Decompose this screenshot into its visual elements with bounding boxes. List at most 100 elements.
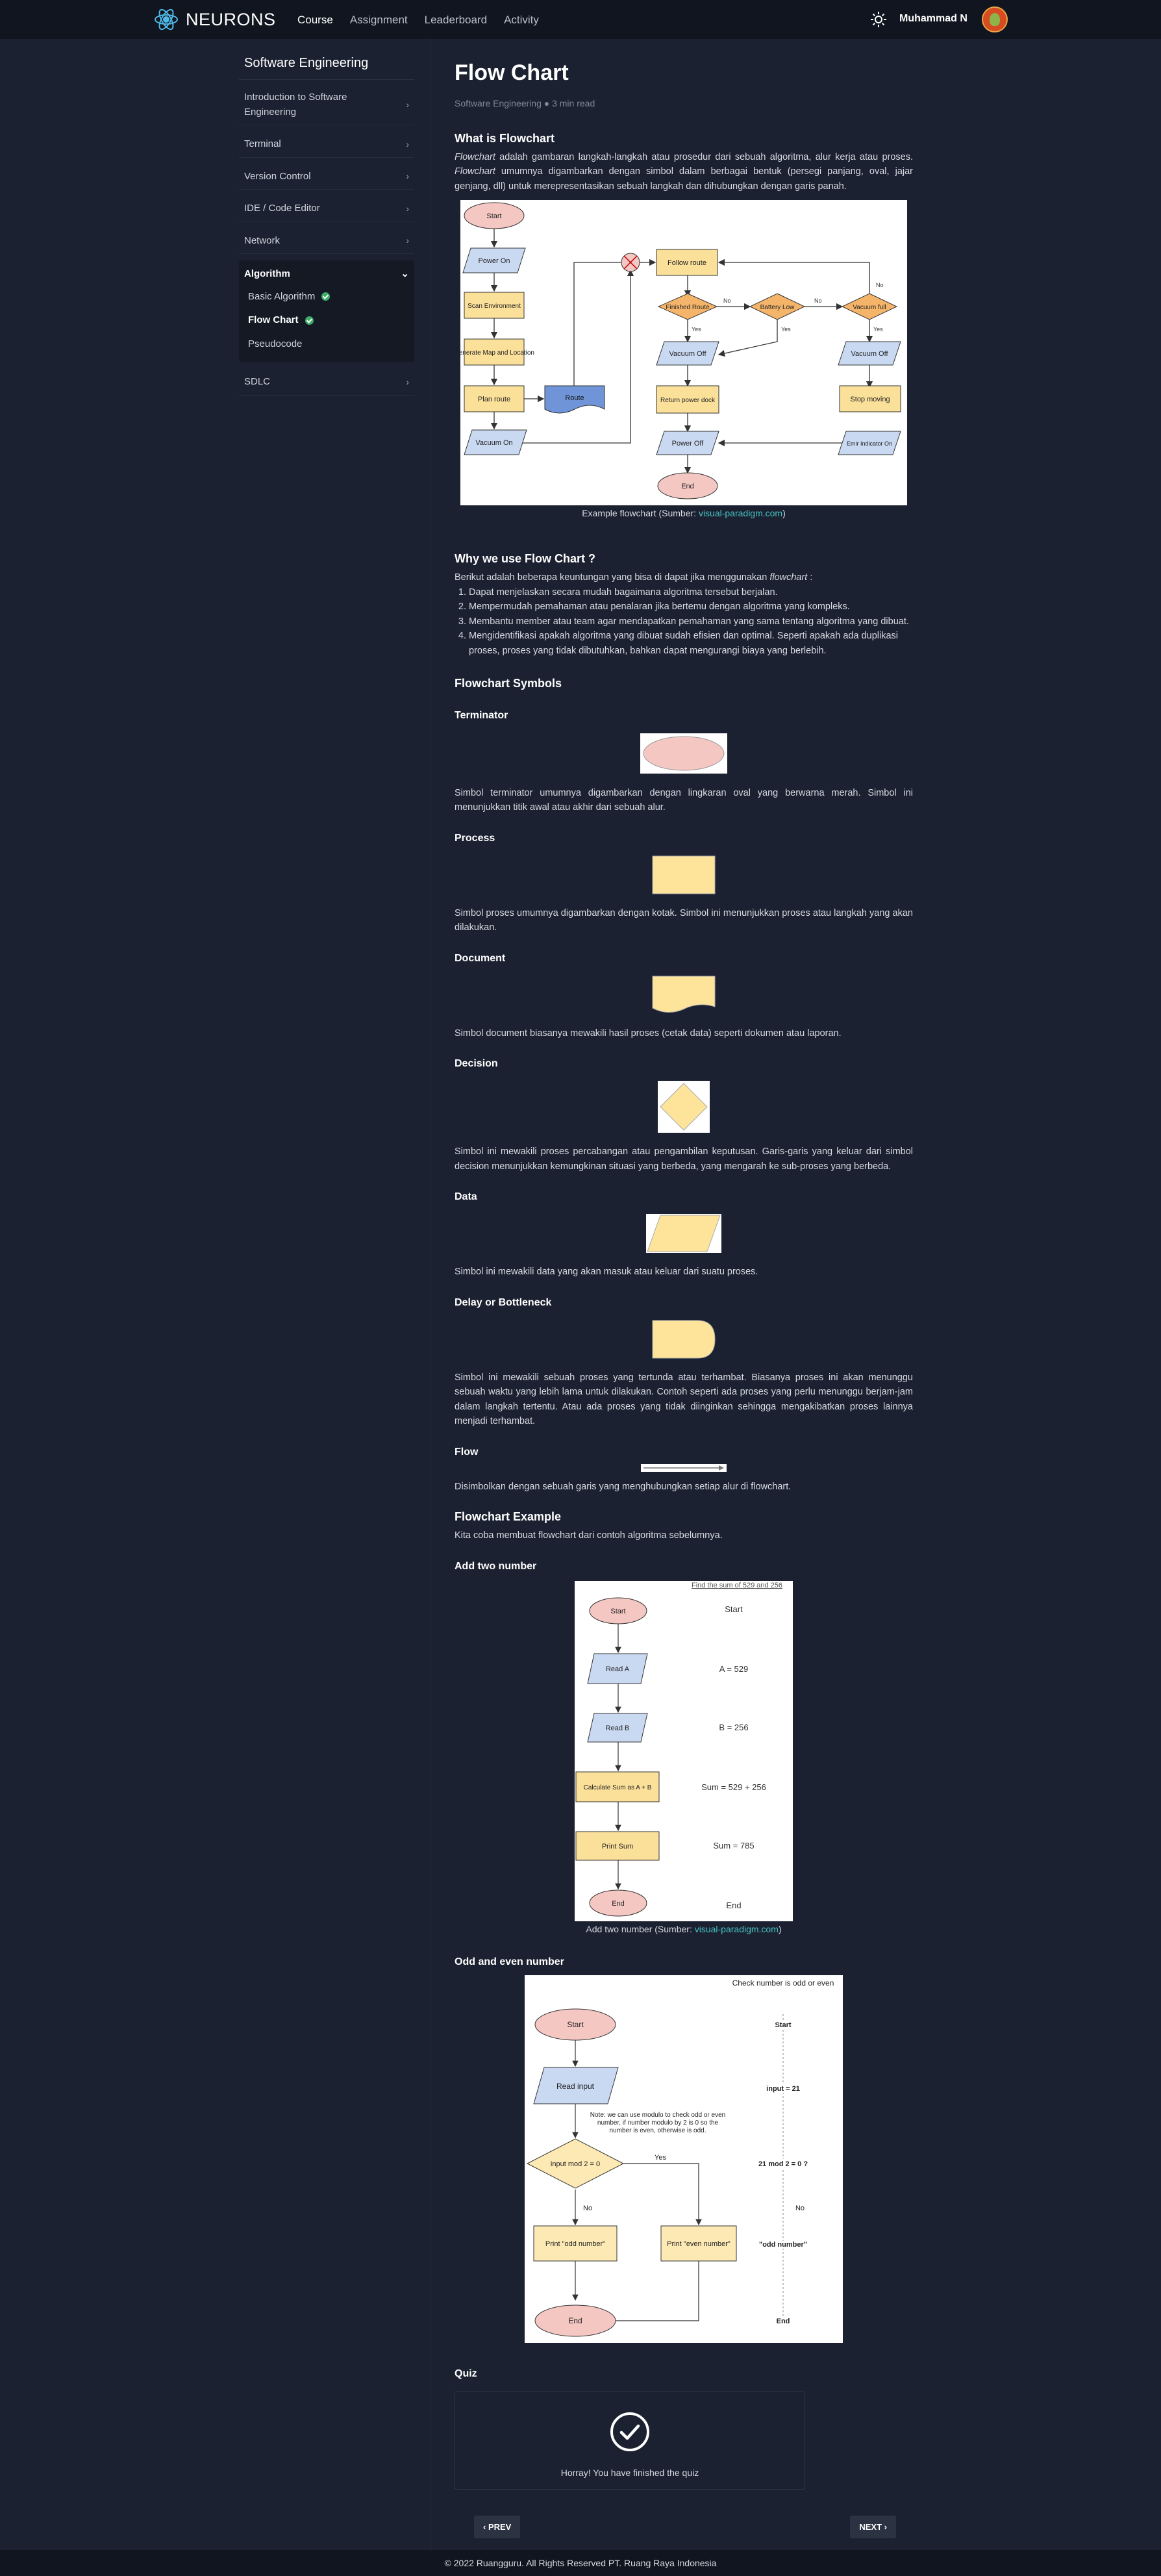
caption-text: ) [782,508,786,519]
nav-course[interactable]: Course [297,12,333,29]
symbol-heading: Flow [455,1446,479,1458]
node-label: Start [567,2020,584,2029]
sidebar-item-label: Algorithm [244,268,290,279]
sidebar-subitem-label: Pseudocode [248,338,303,349]
note-box: Note: we can use modulo to check odd or … [590,2112,725,2134]
sidebar-subitem-pseudocode[interactable]: Pseudocode [239,332,414,356]
article: Flow Chart Software Engineering ● 3 min … [454,60,913,2539]
section-heading: Why we use Flow Chart ? [455,552,596,566]
node-label: input mod 2 = 0 [551,2160,600,2168]
edge-label: No [723,297,731,304]
node-label: Route [565,394,584,402]
next-button[interactable]: NEXT › [850,2515,896,2539]
node-label: Vacuum Off [669,350,706,358]
node-label: Print "even number" [667,2240,730,2248]
symbol-heading: Terminator [455,710,508,722]
node-label: Return power dock [660,397,716,404]
node-label: Read B [606,1724,630,1732]
edge-label: Yes [655,2154,666,2162]
edge-label: Yes [692,326,701,333]
nav-leaderboard[interactable]: Leaderboard [425,12,487,29]
emphasis: Flowchart [455,151,495,162]
trace-label: End [726,1900,741,1910]
sidebar-item-label: Terminal [244,138,281,149]
neurons-logo-icon [155,8,178,31]
node-label: Generate Map and Location [460,349,534,357]
section-heading: What is Flowchart [455,131,555,145]
edge-label: No [814,297,822,304]
trace-label: 21 mod 2 = 0 ? [758,2160,808,2168]
sidebar-item-sdlc[interactable]: SDLC › [239,370,414,396]
odd-even-flowchart-image: Check number is odd or even Start Read i… [525,1975,843,2343]
avatar[interactable] [982,6,1008,32]
main-nav: Course Assignment Leaderboard Activity [297,12,539,29]
symbol-description: Simbol proses umumnya digambarkan dengan… [455,907,913,933]
sidebar-item-terminal[interactable]: Terminal › [239,132,414,158]
edge-label: Yes [781,326,791,333]
text: adalah gambaran langkah-langkah atau pro… [495,151,913,162]
chevron-right-icon: › [406,99,409,110]
chevron-down-icon: ⌄ [401,268,409,279]
trace-label: "odd number" [759,2241,807,2249]
delay-symbol-image [652,1320,716,1359]
pagination: ‹ PREV NEXT › [474,2515,896,2539]
nav-activity[interactable]: Activity [504,12,539,29]
brand[interactable]: NEURONS [153,5,276,34]
figure-caption: Add two number (Sumber: visual-paradigm.… [455,1923,913,1936]
emphasis: Flowchart [455,166,495,177]
data-symbol-image [646,1214,721,1254]
sidebar-item-network[interactable]: Network › [239,229,414,254]
symbol-heading: Document [455,952,506,964]
sidebar-item-intro[interactable]: Introduction to Software Engineering › [239,85,414,125]
chevron-right-icon: › [406,235,409,246]
user-name[interactable]: Muhammad N [899,11,968,27]
symbol-description: Simbol terminator umumnya digambarkan de… [455,788,913,813]
trace-label: input = 21 [766,2085,800,2093]
quiz-card: Horray! You have finished the quiz [455,2390,805,2490]
trace-label: Sum = 785 [713,1841,754,1850]
sidebar-subitem-basic-algorithm[interactable]: Basic Algorithm [239,284,414,309]
top-navbar: NEURONS Course Assignment Leaderboard Ac… [0,0,1161,39]
process-symbol-image [652,855,716,894]
node-label: Emir Indicator On [847,440,892,447]
check-icon [321,292,331,301]
sidebar-subitem-label: Flow Chart [248,314,299,325]
sidebar-item-label: SDLC [244,376,271,387]
chevron-right-icon: › [406,203,409,214]
node-label: End [681,483,694,490]
node-label: Battery Low [760,304,795,311]
trace-label: Start [775,2021,791,2029]
flow-symbol-image [641,1463,727,1472]
symbol-heading: Data [455,1191,477,1203]
sidebar-subitem-flow-chart[interactable]: Flow Chart [239,308,414,332]
sidebar-item-version-control[interactable]: Version Control › [239,164,414,190]
sidebar-item-ide[interactable]: IDE / Code Editor › [239,196,414,222]
prev-button[interactable]: ‹ PREV [474,2515,521,2539]
trace-label: Start [725,1604,743,1614]
symbol-description: Simbol document biasanya mewakili hasil … [455,1028,842,1039]
content-divider [430,39,431,2550]
node-label: Start [610,1608,625,1615]
nav-assignment[interactable]: Assignment [350,12,408,29]
trace-label: A = 529 [719,1664,748,1674]
list-item: Mempermudah pemahaman atau penalaran jik… [469,600,913,614]
paragraph: Berikut adalah beberapa keuntungan yang … [455,570,913,585]
symbol-heading: Delay or Bottleneck [455,1296,552,1308]
footer: © 2022 Ruangguru. All Rights Reserved PT… [0,2550,1161,2576]
sidebar-item-algorithm[interactable]: Algorithm ⌄ [239,264,414,284]
chevron-right-icon: › [406,138,409,149]
source-link[interactable]: visual-paradigm.com [695,1924,779,1934]
node-label: Read A [606,1665,630,1673]
source-link[interactable]: visual-paradigm.com [699,508,782,518]
sun-icon[interactable] [869,10,888,29]
decision-symbol-image [658,1081,710,1133]
example-heading: Odd and even number [455,1956,564,1967]
node-label: Follow route [668,259,706,267]
symbol-description: Disimbolkan dengan sebuah garis yang men… [455,1481,792,1492]
chevron-right-icon: › [406,171,409,182]
node-label: Finished Route [666,304,710,311]
add-two-number-diagram: Find the sum of 529 and 256 Start Read A… [575,1582,782,1917]
node-label: Calculate Sum as A + B [584,1784,652,1791]
brand-name: NEURONS [186,9,276,29]
node-label: End [612,1900,625,1908]
